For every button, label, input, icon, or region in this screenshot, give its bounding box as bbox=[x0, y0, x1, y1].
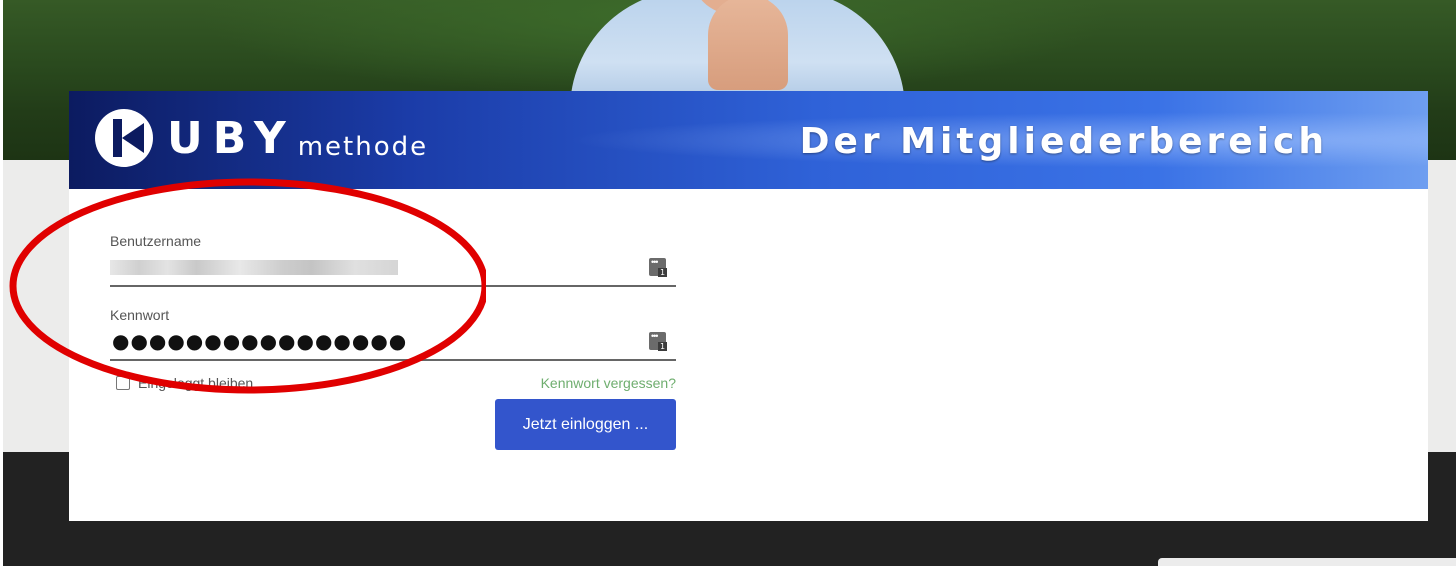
page-edge bbox=[0, 0, 3, 566]
checkbox-icon[interactable] bbox=[116, 376, 130, 390]
password-field[interactable]: ●●●●●●●●●●●●●●●● bbox=[110, 327, 676, 361]
password-value: ●●●●●●●●●●●●●●●● bbox=[112, 329, 408, 353]
login-button[interactable]: Jetzt einloggen ... bbox=[495, 399, 676, 450]
hero-person-hands bbox=[708, 0, 788, 90]
kuby-logo-icon bbox=[95, 109, 153, 167]
remember-me[interactable]: Eingeloggt bleiben bbox=[110, 375, 253, 391]
username-label: Benutzername bbox=[110, 233, 202, 249]
footer-widget[interactable] bbox=[1158, 558, 1456, 566]
password-manager-icon[interactable] bbox=[649, 331, 667, 351]
password-manager-icon[interactable] bbox=[649, 257, 667, 277]
login-form: Benutzername Kennwort ●●●●●●●●●●●●●●●● E… bbox=[110, 233, 676, 450]
page-title: Der Mitgliederbereich bbox=[799, 121, 1328, 162]
logo-text: UBY bbox=[167, 112, 296, 164]
username-value-blurred bbox=[110, 260, 398, 275]
username-field[interactable] bbox=[110, 253, 676, 287]
remember-label: Eingeloggt bleiben bbox=[138, 375, 254, 391]
login-options: Eingeloggt bleiben Kennwort vergessen? bbox=[110, 373, 676, 393]
logo-subtext: methode bbox=[297, 132, 429, 162]
kuby-logo[interactable]: UBY methode bbox=[95, 107, 428, 169]
forgot-password-link[interactable]: Kennwort vergessen? bbox=[541, 375, 676, 391]
password-label: Kennwort bbox=[110, 307, 170, 323]
login-card: UBY methode Der Mitgliederbereich Benutz… bbox=[69, 91, 1428, 521]
header-banner: UBY methode Der Mitgliederbereich bbox=[69, 91, 1428, 189]
